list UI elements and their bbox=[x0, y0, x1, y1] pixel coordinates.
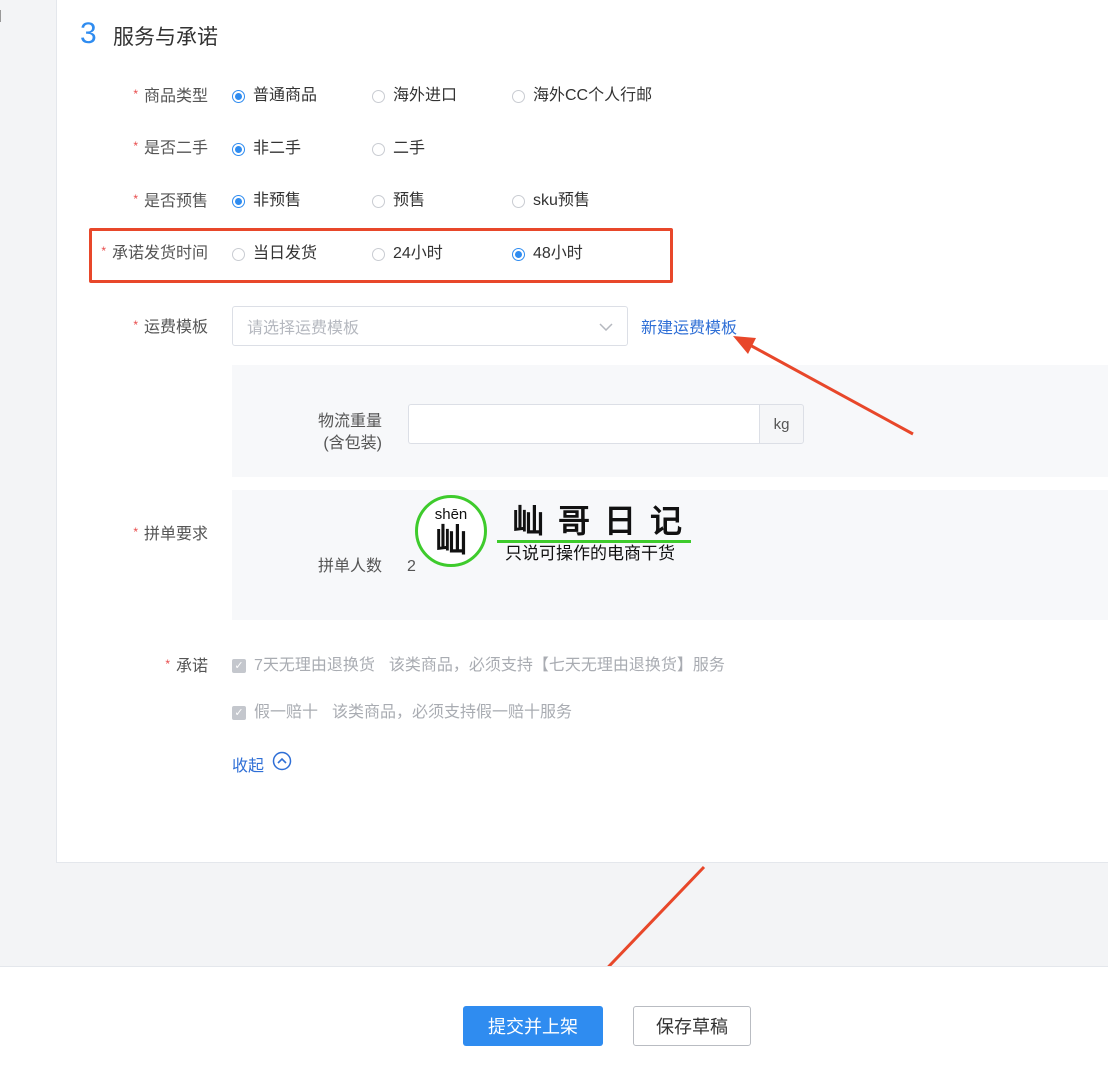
save-draft-button[interactable]: 保存草稿 bbox=[633, 1006, 751, 1046]
annotation-arrows bbox=[581, 336, 914, 996]
arrow-to-new-template-icon bbox=[733, 336, 914, 436]
submit-and-publish-button[interactable]: 提交并上架 bbox=[463, 1006, 603, 1046]
